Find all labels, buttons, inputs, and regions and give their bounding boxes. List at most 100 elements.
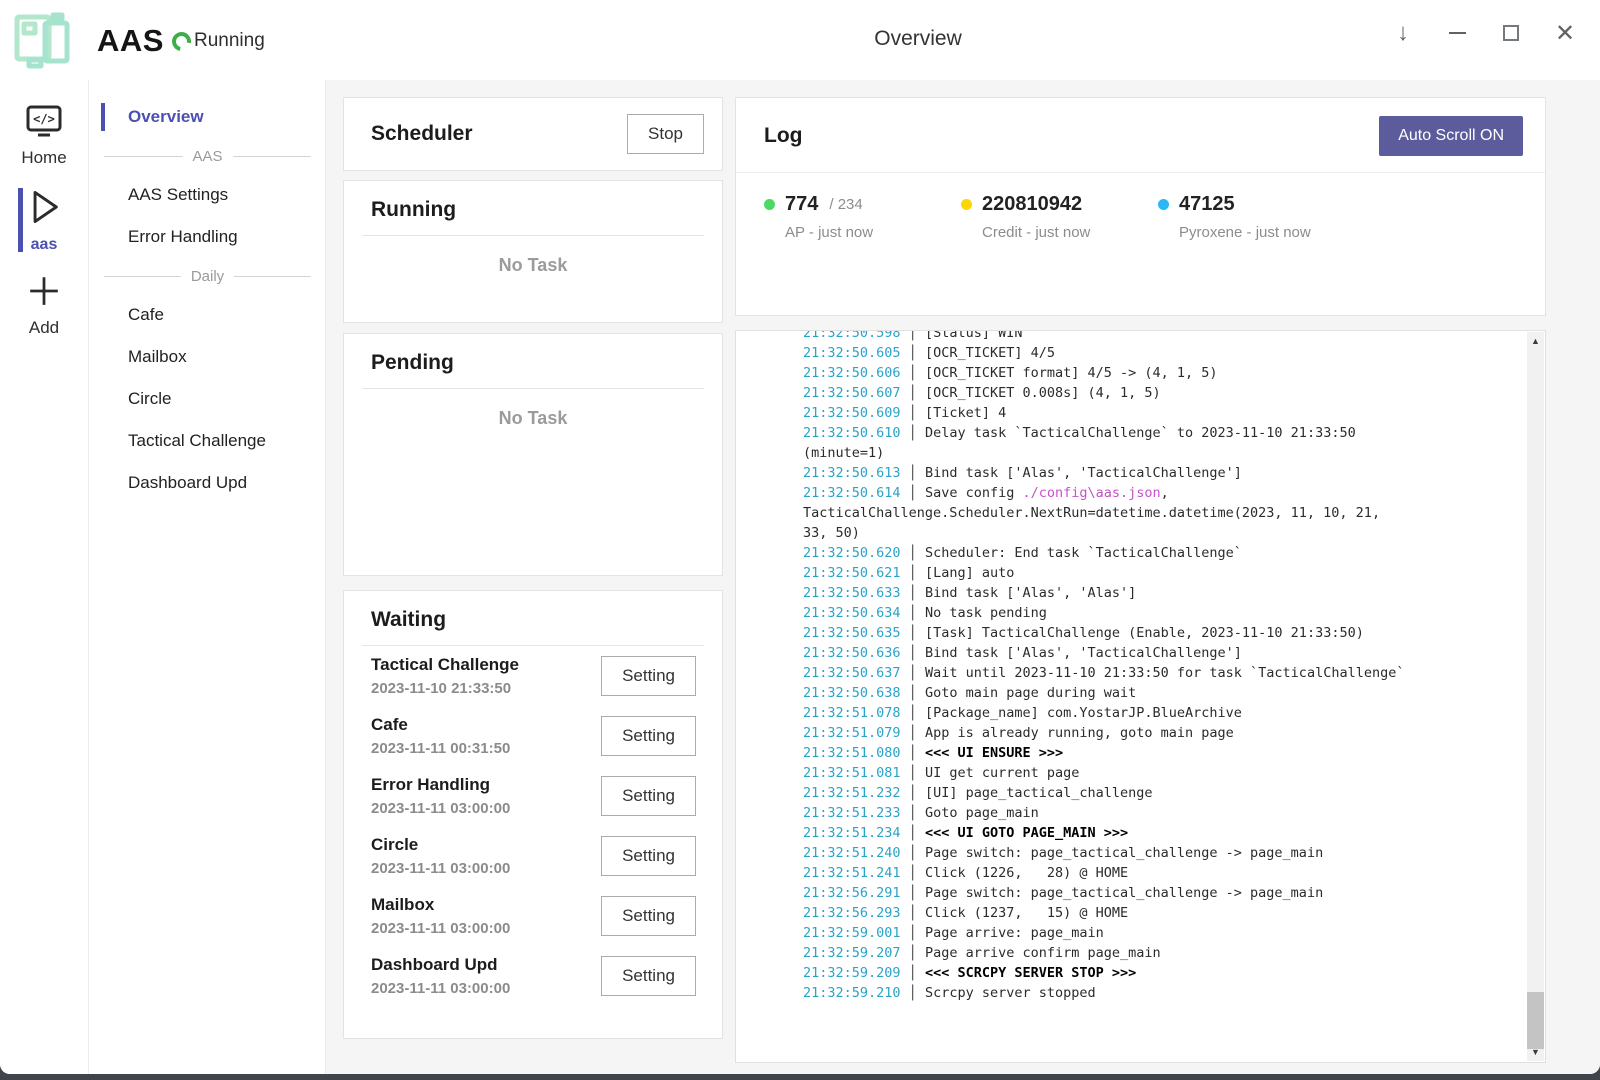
log-timestamp: 21:32:50.620	[803, 545, 901, 561]
log-viewer[interactable]: INFO21:32:50.598 │ [Status] WININFO21:32…	[735, 330, 1546, 1063]
log-message: Page switch: page_tactical_challenge -> …	[925, 885, 1323, 901]
stop-button[interactable]: Stop	[627, 114, 704, 154]
sidebar-item-aas-settings[interactable]: AAS Settings	[90, 174, 325, 216]
waiting-task-row: Dashboard Upd 2023-11-11 03:00:00 Setting	[344, 946, 722, 1006]
pending-empty-text: No Task	[344, 408, 722, 429]
maximize-button[interactable]	[1490, 12, 1532, 54]
log-timestamp: 21:32:50.614	[803, 485, 901, 501]
log-level: INFO	[746, 923, 803, 943]
close-button[interactable]: ✕	[1544, 12, 1586, 54]
log-level: INFO	[746, 783, 803, 803]
log-separator: │	[901, 545, 925, 561]
log-message: Click (1226, 28) @ HOME	[925, 865, 1128, 881]
log-level: INFO	[746, 703, 803, 723]
scheduler-status-label: Running	[194, 30, 265, 52]
log-level: INFO	[746, 843, 803, 863]
log-separator: │	[901, 985, 925, 1001]
stat-label: AP - just now	[764, 224, 961, 241]
waiting-task-row: Cafe2023-11-11 00:31:50Setting	[344, 706, 722, 766]
log-level: INFO	[746, 763, 803, 783]
log-lines: INFO21:32:50.598 │ [Status] WININFO21:32…	[746, 330, 1519, 1003]
setting-button[interactable]: Setting	[601, 896, 696, 936]
log-line: INFO21:32:51.234 │ <<< UI GOTO PAGE_MAIN…	[746, 823, 1519, 843]
scrollbar-up-icon[interactable]: ▲	[1527, 336, 1544, 346]
log-timestamp: 21:32:50.638	[803, 685, 901, 701]
log-line: INFO21:32:51.240 │ Page switch: page_tac…	[746, 843, 1519, 863]
log-line: INFO21:32:51.079 │ App is already runnin…	[746, 723, 1519, 743]
scrollbar-down-icon[interactable]: ▼	[1527, 1047, 1544, 1057]
log-level: INFO	[746, 983, 803, 1003]
setting-button[interactable]: Setting	[601, 836, 696, 876]
setting-button[interactable]: Setting	[601, 716, 696, 756]
divider-line	[104, 276, 181, 277]
scheduler-status: Running	[172, 30, 265, 52]
log-line: INFO21:32:59.210 │ Scrcpy server stopped	[746, 983, 1519, 1003]
log-timestamp: 21:32:50.598	[803, 330, 901, 341]
log-separator: │	[901, 485, 925, 501]
running-card-header: Running	[362, 181, 704, 236]
waiting-task-name: Cafe	[371, 715, 510, 735]
log-line: INFO21:32:50.613 │ Bind task ['Alas', 'T…	[746, 463, 1519, 483]
waiting-task-next-run: 2023-11-10 21:33:50	[371, 680, 519, 697]
waiting-task-next-run: 2023-11-11 03:00:00	[371, 980, 510, 997]
log-level: INFO	[746, 543, 803, 563]
log-message: [OCR_TICKET] 4/5	[925, 345, 1055, 361]
log-level: INFO	[746, 723, 803, 743]
app-window: AAS Running Overview ↓ ✕ </> Home	[0, 0, 1600, 1074]
log-scrollbar[interactable]: ▲ ▼	[1527, 332, 1544, 1061]
svg-text:</>: </>	[33, 112, 55, 126]
maximize-icon	[1503, 25, 1519, 41]
stat-dot	[961, 199, 972, 210]
running-card: Running No Task	[343, 180, 723, 323]
sidebar-item-tactical-challenge[interactable]: Tactical Challenge	[90, 420, 325, 462]
sidebar-item-circle[interactable]: Circle	[90, 378, 325, 420]
log-line: INFO21:32:50.636 │ Bind task ['Alas', 'T…	[746, 643, 1519, 663]
waiting-task-name: Dashboard Upd	[371, 955, 510, 975]
log-card-header: Log Auto Scroll ON	[736, 98, 1545, 173]
log-line: INFO21:32:50.637 │ Wait until 2023-11-10…	[746, 663, 1519, 683]
log-timestamp: 21:32:50.633	[803, 585, 901, 601]
log-separator: │	[901, 645, 925, 661]
rail-item-label: Home	[21, 148, 66, 168]
waiting-task-row: Error Handling2023-11-11 03:00:00Setting	[344, 766, 722, 826]
waiting-title: Waiting	[371, 608, 446, 631]
log-message: Bind task ['Alas', 'Alas']	[925, 585, 1136, 601]
update-download-button[interactable]: ↓	[1382, 12, 1424, 54]
log-level: INFO	[746, 683, 803, 703]
sidebar-item-mailbox[interactable]: Mailbox	[90, 336, 325, 378]
rail-item-add[interactable]: Add	[0, 274, 88, 338]
log-message: Page arrive: page_main	[925, 925, 1104, 941]
log-level: INFO	[746, 583, 803, 603]
log-separator: │	[901, 745, 925, 761]
log-line: INFO21:32:56.291 │ Page switch: page_tac…	[746, 883, 1519, 903]
sidebar-item-overview[interactable]: Overview	[90, 96, 325, 138]
setting-button[interactable]: Setting	[601, 656, 696, 696]
sidebar-item-label: Error Handling	[128, 227, 238, 247]
stat-dot	[1158, 199, 1169, 210]
log-level: INFO	[746, 823, 803, 843]
auto-scroll-button[interactable]: Auto Scroll ON	[1379, 116, 1523, 156]
sidebar-item-dashboard-upd[interactable]: Dashboard Upd	[90, 462, 325, 504]
log-message: Goto page_main	[925, 805, 1039, 821]
stat-value: 47125	[1179, 193, 1235, 216]
waiting-task-name: Error Handling	[371, 775, 510, 795]
sidebar-section-divider: AAS	[90, 138, 325, 174]
log-level: INFO	[746, 383, 803, 403]
main-area: Scheduler Stop Running No Task Pending N…	[326, 80, 1600, 1074]
pending-title: Pending	[371, 351, 454, 374]
sidebar-item-cafe[interactable]: Cafe	[90, 294, 325, 336]
log-timestamp: 21:32:50.636	[803, 645, 901, 661]
rail-item-home[interactable]: </> Home	[0, 105, 88, 168]
waiting-task-next-run: 2023-11-11 03:00:00	[371, 920, 510, 937]
sidebar-item-error-handling[interactable]: Error Handling	[90, 216, 325, 258]
log-line: INFO21:32:50.598 │ [Status] WIN	[746, 330, 1519, 343]
setting-button[interactable]: Setting	[601, 956, 696, 996]
setting-button[interactable]: Setting	[601, 776, 696, 816]
scrollbar-thumb[interactable]	[1527, 992, 1544, 1049]
log-separator: │	[901, 705, 925, 721]
pending-card-header: Pending	[362, 334, 704, 389]
log-message: <<< SCRCPY SERVER STOP >>>	[925, 965, 1136, 981]
rail-item-aas[interactable]: aas	[0, 188, 88, 254]
log-message: <<< UI ENSURE >>>	[925, 745, 1063, 761]
minimize-button[interactable]	[1436, 12, 1478, 54]
